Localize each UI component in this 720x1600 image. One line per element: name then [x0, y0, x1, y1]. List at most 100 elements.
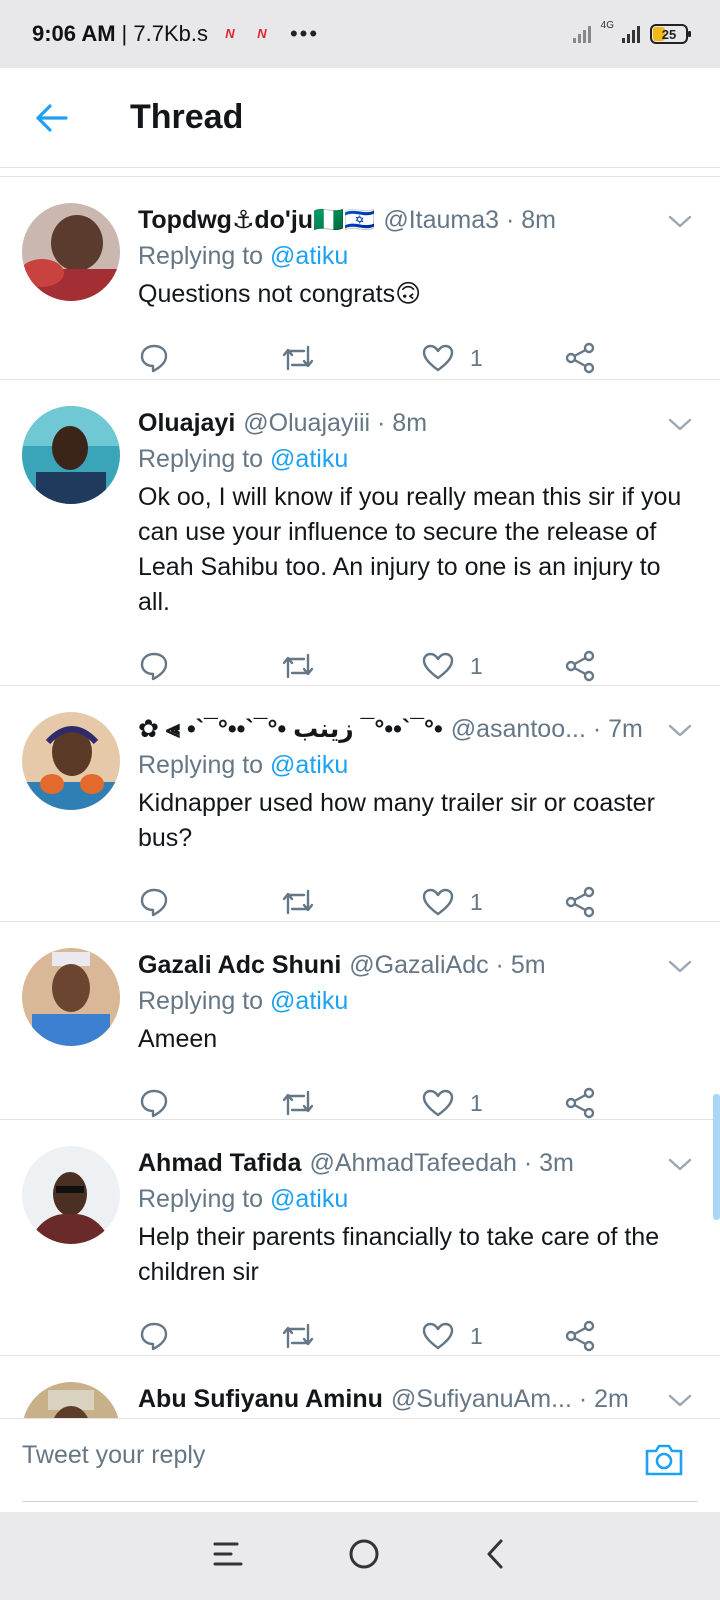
tweet[interactable]: Abu Sufiyanu Aminu @SufiyanuAm... · 2m — [0, 1356, 720, 1418]
mention-link[interactable]: @atiku — [270, 751, 348, 779]
author-name[interactable]: ✿ ⫷ •`¯°••`¯°• زينب ¯°••`¯°• — [138, 712, 443, 746]
status-bar: 9:06 AM | 7.7Kb.s N N ••• 4G 25 — [0, 0, 720, 68]
author-handle-time: @asantoo... · 7m — [450, 715, 643, 743]
tweet[interactable]: Topdwg⚓do'ju🇳🇬🇮🇱 @Itauma3 · 8m Replying t… — [0, 177, 720, 380]
retweet-button[interactable] — [280, 651, 422, 681]
reply-button[interactable] — [138, 342, 280, 374]
like-button[interactable]: 1 — [422, 1088, 564, 1118]
tweet-text: Kidnapper used how many trailer sir or c… — [138, 789, 655, 852]
reply-composer: Tweet your reply — [0, 1418, 720, 1512]
tweet-text: Ameen — [138, 1025, 218, 1053]
avatar[interactable] — [22, 1382, 120, 1418]
author-handle-time: @Oluajayiii · 8m — [243, 409, 428, 437]
share-button[interactable] — [564, 1087, 596, 1119]
author-name[interactable]: Abu Sufiyanu Aminu — [138, 1382, 383, 1416]
camera-button[interactable] — [644, 1441, 684, 1482]
home-button[interactable] — [347, 1537, 381, 1576]
notification-app-icon: N — [257, 26, 267, 41]
retweet-button[interactable] — [280, 1088, 422, 1118]
menu-icon — [213, 1542, 243, 1565]
replying-to: Replying to @atiku — [138, 987, 349, 1015]
share-button[interactable] — [564, 1320, 596, 1352]
share-button[interactable] — [564, 650, 596, 682]
avatar[interactable] — [22, 948, 120, 1046]
avatar[interactable] — [22, 1146, 120, 1244]
battery-icon: 25 — [650, 24, 691, 44]
author-name[interactable]: Oluajayi — [138, 406, 235, 440]
author-handle-time: @SufiyanuAm... · 2m — [390, 1385, 629, 1413]
tweet[interactable]: Oluajayi @Oluajayiii · 8m Replying to @at… — [0, 380, 720, 686]
heart-icon — [422, 1089, 454, 1117]
heart-icon — [422, 652, 454, 680]
tweet[interactable]: Ahmad Tafida @AhmadTafeedah · 3m Replying… — [0, 1120, 720, 1356]
share-icon — [565, 1320, 595, 1352]
like-button[interactable]: 1 — [422, 651, 564, 681]
signal-icon — [622, 25, 640, 43]
replying-to: Replying to @atiku — [138, 751, 349, 779]
author-handle-time: @GazaliAdc · 5m — [349, 951, 546, 979]
chevron-left-icon — [487, 1539, 503, 1568]
scroll-indicator[interactable] — [713, 1094, 720, 1220]
divider — [22, 1501, 698, 1502]
top-app-bar: Thread — [0, 68, 720, 168]
reply-icon — [140, 888, 168, 917]
tweet[interactable]: Gazali Adc Shuni @GazaliAdc · 5m Replying… — [0, 922, 720, 1120]
battery-level: 25 — [661, 26, 677, 42]
replying-to: Replying to @atiku — [138, 242, 349, 270]
share-button[interactable] — [564, 342, 596, 374]
retweet-button[interactable] — [280, 887, 422, 917]
like-button[interactable]: 1 — [422, 887, 564, 917]
tweet-text: Help their parents financially to take c… — [138, 1223, 660, 1286]
retweet-button[interactable] — [280, 343, 422, 373]
system-back-button[interactable] — [483, 1537, 509, 1576]
retweet-icon — [282, 345, 314, 371]
chevron-down-icon[interactable] — [666, 211, 694, 231]
share-button[interactable] — [564, 886, 596, 918]
author-name[interactable]: Topdwg⚓do'ju🇳🇬🇮🇱 — [138, 203, 375, 237]
like-button[interactable]: 1 — [422, 1321, 564, 1351]
retweet-icon — [282, 889, 314, 915]
reply-button[interactable] — [138, 650, 280, 682]
back-button[interactable] — [22, 88, 82, 148]
heart-icon — [422, 888, 454, 916]
retweet-button[interactable] — [280, 1321, 422, 1351]
author-name[interactable]: Ahmad Tafida — [138, 1146, 301, 1180]
chevron-down-icon[interactable] — [666, 1390, 694, 1410]
mention-link[interactable]: @atiku — [270, 242, 348, 270]
chevron-down-icon[interactable] — [666, 1154, 694, 1174]
author-handle-time: @AhmadTafeedah · 3m — [309, 1149, 574, 1177]
share-icon — [565, 886, 595, 918]
replying-to: Replying to @atiku — [138, 1185, 349, 1213]
mention-link[interactable]: @atiku — [270, 1185, 348, 1213]
like-count: 1 — [470, 652, 483, 679]
like-button[interactable]: 1 — [422, 343, 564, 373]
notification-app-icon: N — [225, 26, 235, 41]
reply-button[interactable] — [138, 886, 280, 918]
avatar[interactable] — [22, 712, 120, 810]
mention-link[interactable]: @atiku — [270, 987, 348, 1015]
tweet[interactable]: ✿ ⫷ •`¯°••`¯°• زينب ¯°••`¯°• @asantoo... … — [0, 686, 720, 922]
recent-apps-button[interactable] — [211, 1539, 245, 1574]
share-icon — [565, 650, 595, 682]
chevron-down-icon[interactable] — [666, 720, 694, 740]
reply-input[interactable]: Tweet your reply — [22, 1441, 205, 1470]
back-arrow-icon — [36, 103, 68, 132]
share-icon — [565, 1087, 595, 1119]
avatar[interactable] — [22, 406, 120, 504]
tweet-text: Ok oo, I will know if you really mean th… — [138, 483, 682, 616]
page-title: Thread — [130, 98, 244, 136]
share-icon — [565, 342, 595, 374]
thread-feed[interactable]: Topdwg⚓do'ju🇳🇬🇮🇱 @Itauma3 · 8m Replying t… — [0, 176, 720, 1418]
camera-icon — [645, 1444, 683, 1476]
reply-button[interactable] — [138, 1087, 280, 1119]
reply-icon — [140, 1089, 168, 1118]
mention-link[interactable]: @atiku — [270, 445, 348, 473]
reply-icon — [140, 344, 168, 373]
author-name[interactable]: Gazali Adc Shuni — [138, 948, 341, 982]
signal-icon — [572, 25, 591, 43]
reply-button[interactable] — [138, 1320, 280, 1352]
chevron-down-icon[interactable] — [666, 414, 694, 434]
avatar[interactable] — [22, 203, 120, 301]
retweet-icon — [282, 1090, 314, 1116]
chevron-down-icon[interactable] — [666, 956, 694, 976]
